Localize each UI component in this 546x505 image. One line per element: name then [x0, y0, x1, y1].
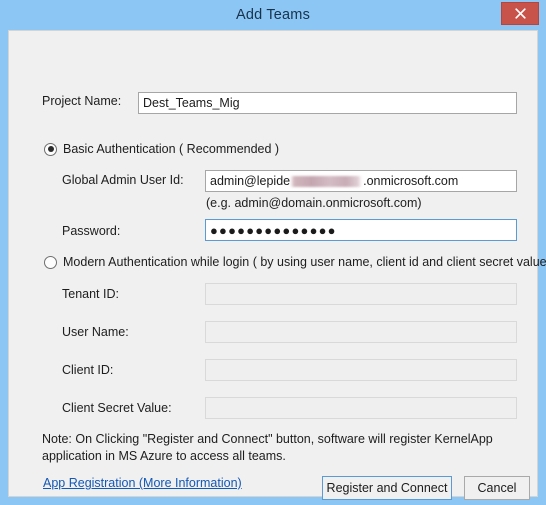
user-name-row: User Name:	[62, 325, 129, 339]
app-registration-link[interactable]: App Registration (More Information)	[43, 476, 242, 490]
global-admin-value-suffix: .onmicrosoft.com	[363, 174, 459, 188]
modern-auth-radio[interactable]	[44, 255, 57, 269]
close-button[interactable]	[501, 2, 539, 25]
client-id-label: Client ID:	[62, 363, 114, 377]
project-name-value: Dest_Teams_Mig	[143, 96, 240, 110]
user-name-input[interactable]	[205, 321, 517, 343]
global-admin-label: Global Admin User Id:	[62, 173, 184, 187]
password-row: Password:	[62, 224, 120, 238]
window-title: Add Teams	[235, 7, 311, 23]
project-name-label: Project Name:	[42, 94, 122, 108]
global-admin-input[interactable]: admin@lepide .onmicrosoft.com	[205, 170, 517, 192]
password-label: Password:	[62, 224, 121, 238]
global-admin-row: Global Admin User Id:	[62, 173, 184, 187]
note-text: Note: On Clicking "Register and Connect"…	[42, 432, 493, 463]
basic-auth-label: Basic Authentication ( Recommended )	[63, 142, 280, 156]
client-id-input[interactable]	[205, 359, 517, 381]
modern-auth-radio-row[interactable]: Modern Authentication while login ( by u…	[44, 255, 546, 269]
password-value: ●●●●●●●●●●●●●●	[210, 222, 337, 238]
client-secret-label: Client Secret Value:	[62, 401, 172, 415]
global-admin-value-prefix: admin@lepide	[210, 174, 291, 188]
project-name-input[interactable]: Dest_Teams_Mig	[138, 92, 517, 114]
global-admin-hint: (e.g. admin@domain.onmicrosoft.com)	[206, 196, 422, 210]
redacted-domain-block	[290, 176, 363, 187]
close-icon	[514, 8, 526, 19]
tenant-id-input[interactable]	[205, 283, 517, 305]
tenant-id-row: Tenant ID:	[62, 287, 119, 301]
cancel-button[interactable]: Cancel	[464, 476, 530, 500]
client-secret-input[interactable]	[205, 397, 517, 419]
tenant-id-label: Tenant ID:	[62, 287, 119, 301]
title-bar: Add Teams	[8, 0, 539, 30]
user-name-label: User Name:	[62, 325, 129, 339]
password-input[interactable]: ●●●●●●●●●●●●●●	[205, 219, 517, 241]
register-and-connect-button[interactable]: Register and Connect	[322, 476, 452, 500]
basic-auth-radio-row[interactable]: Basic Authentication ( Recommended )	[44, 142, 279, 156]
basic-auth-radio[interactable]	[44, 142, 57, 156]
add-teams-dialog: Add Teams Project Name: Dest_Teams_Mig B…	[0, 0, 546, 505]
dialog-body: Project Name: Dest_Teams_Mig Basic Authe…	[8, 30, 546, 500]
modern-auth-label: Modern Authentication while login ( by u…	[63, 255, 546, 269]
client-secret-row: Client Secret Value:	[62, 401, 172, 415]
project-name-row: Project Name:	[42, 94, 139, 108]
client-id-row: Client ID:	[62, 363, 113, 377]
